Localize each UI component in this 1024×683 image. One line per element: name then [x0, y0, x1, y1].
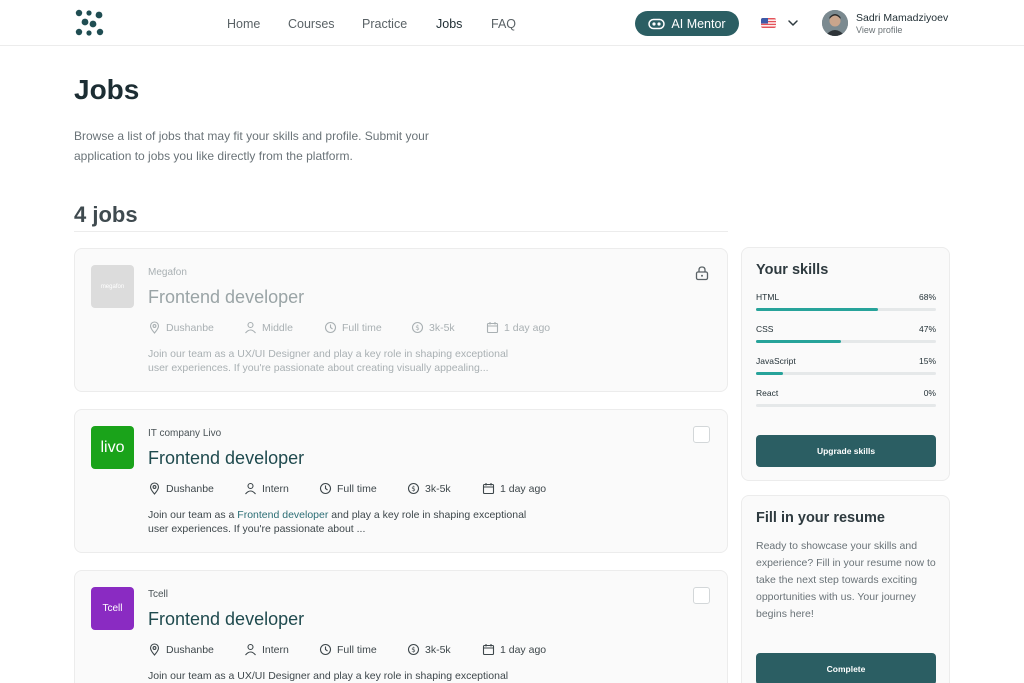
view-profile-link[interactable]: View profile	[856, 25, 902, 35]
dollar-icon: $	[411, 321, 424, 334]
chevron-down-icon[interactable]	[787, 17, 799, 29]
svg-text:$: $	[411, 646, 415, 654]
clock-icon	[319, 482, 332, 495]
job-title[interactable]: Frontend developer	[148, 448, 304, 469]
skill-javascript: JavaScript 15%	[756, 356, 936, 376]
job-title[interactable]: Frontend developer	[148, 609, 304, 630]
avatar[interactable]	[822, 10, 848, 36]
nav-faq[interactable]: FAQ	[491, 16, 516, 32]
select-checkbox[interactable]	[693, 587, 710, 604]
highlighted-role: Frontend developer	[237, 509, 329, 521]
nav-home[interactable]: Home	[227, 16, 260, 32]
company-name: IT company Livo	[148, 428, 222, 439]
job-card[interactable]: megafon Megafon Frontend developer Dusha…	[74, 248, 728, 392]
posted-date: 1 day ago	[482, 482, 546, 495]
person-icon	[245, 321, 256, 334]
skill-progress-bar	[756, 340, 936, 343]
company-logo-text: livo	[100, 438, 125, 456]
job-description: Join our team as a Frontend developer an…	[148, 509, 527, 535]
job-title[interactable]: Frontend developer	[148, 287, 304, 308]
upgrade-skills-button[interactable]: Upgrade skills	[756, 435, 936, 467]
employment-type: Full time	[319, 482, 377, 495]
skill-html: HTML 68%	[756, 292, 936, 312]
top-header: Home Courses Practice Jobs FAQ AI Mentor…	[0, 0, 1024, 46]
calendar-icon	[486, 322, 499, 334]
clock-icon	[324, 321, 337, 334]
ai-mentor-label: AI Mentor	[671, 16, 726, 31]
company-logo-text: megafon	[100, 283, 125, 290]
skill-react: React 0%	[756, 388, 936, 408]
job-meta: Dushanbe Intern Full time $ 3k-5k 1 day …	[148, 482, 708, 496]
skill-progress-bar	[756, 404, 936, 407]
dollar-icon: $	[407, 482, 420, 495]
location-pin-icon	[149, 321, 160, 334]
lock-icon	[695, 266, 709, 281]
robot-icon	[648, 18, 666, 29]
location-pin-icon	[149, 482, 160, 495]
page-title: Jobs	[74, 74, 140, 105]
location-pin-icon	[149, 643, 160, 656]
svg-text:$: $	[415, 324, 419, 332]
user-name: Sadri Mamadziyoev	[856, 12, 949, 24]
posted-date: 1 day ago	[486, 321, 550, 334]
job-card[interactable]: Tcell Tcell Frontend developer Dushanbe …	[74, 570, 728, 683]
location: Dushanbe	[148, 482, 214, 495]
calendar-icon	[482, 644, 495, 656]
company-logo: megafon	[91, 265, 134, 308]
calendar-icon	[482, 483, 495, 495]
job-description: Join our team as a UX/UI Designer and pl…	[148, 348, 509, 374]
clock-icon	[319, 643, 332, 656]
dollar-icon: $	[407, 643, 420, 656]
us-flag-icon[interactable]	[761, 18, 776, 28]
location: Dushanbe	[148, 321, 214, 334]
salary: $ 3k-5k	[407, 643, 451, 656]
salary: $ 3k-5k	[411, 321, 455, 334]
employment-type: Full time	[319, 643, 377, 656]
job-description: Join our team as a UX/UI Designer and pl…	[148, 670, 509, 682]
employment-type: Full time	[324, 321, 382, 334]
select-checkbox[interactable]	[693, 426, 710, 443]
nav-practice[interactable]: Practice	[362, 16, 407, 32]
person-icon	[245, 482, 256, 495]
skills-panel-title: Your skills	[756, 262, 829, 278]
divider	[74, 231, 728, 232]
job-meta: Dushanbe Intern Full time $ 3k-5k 1 day …	[148, 643, 708, 657]
level: Intern	[244, 482, 289, 495]
job-card[interactable]: livo IT company Livo Frontend developer …	[74, 409, 728, 553]
level: Middle	[244, 321, 293, 334]
skill-progress-bar	[756, 372, 936, 375]
company-name: Megafon	[148, 267, 187, 278]
jobs-count: 4 jobs	[74, 202, 138, 227]
svg-text:$: $	[411, 485, 415, 493]
skill-progress-bar	[756, 308, 936, 311]
job-meta: Dushanbe Middle Full time $ 3k-5k 1 day …	[148, 321, 708, 335]
company-logo-text: Tcell	[102, 603, 123, 614]
nav-courses[interactable]: Courses	[288, 16, 335, 32]
company-logo: Tcell	[91, 587, 134, 630]
resume-panel-title: Fill in your resume	[756, 510, 885, 526]
page-intro: Browse a list of jobs that may fit your …	[74, 129, 429, 163]
skill-css: CSS 47%	[756, 324, 936, 344]
resume-panel: Fill in your resume Ready to showcase yo…	[741, 495, 950, 683]
posted-date: 1 day ago	[482, 643, 546, 656]
location: Dushanbe	[148, 643, 214, 656]
salary: $ 3k-5k	[407, 482, 451, 495]
company-name: Tcell	[148, 589, 169, 600]
company-logo: livo	[91, 426, 134, 469]
ai-mentor-button[interactable]: AI Mentor	[635, 11, 739, 36]
resume-description: Ready to showcase your skills and experi…	[756, 540, 936, 620]
skills-panel: Your skills HTML 68% CSS 47% JavaScript …	[741, 247, 950, 481]
nav-jobs[interactable]: Jobs	[436, 16, 462, 32]
person-icon	[245, 643, 256, 656]
level: Intern	[244, 643, 289, 656]
complete-resume-button[interactable]: Complete	[756, 653, 936, 683]
